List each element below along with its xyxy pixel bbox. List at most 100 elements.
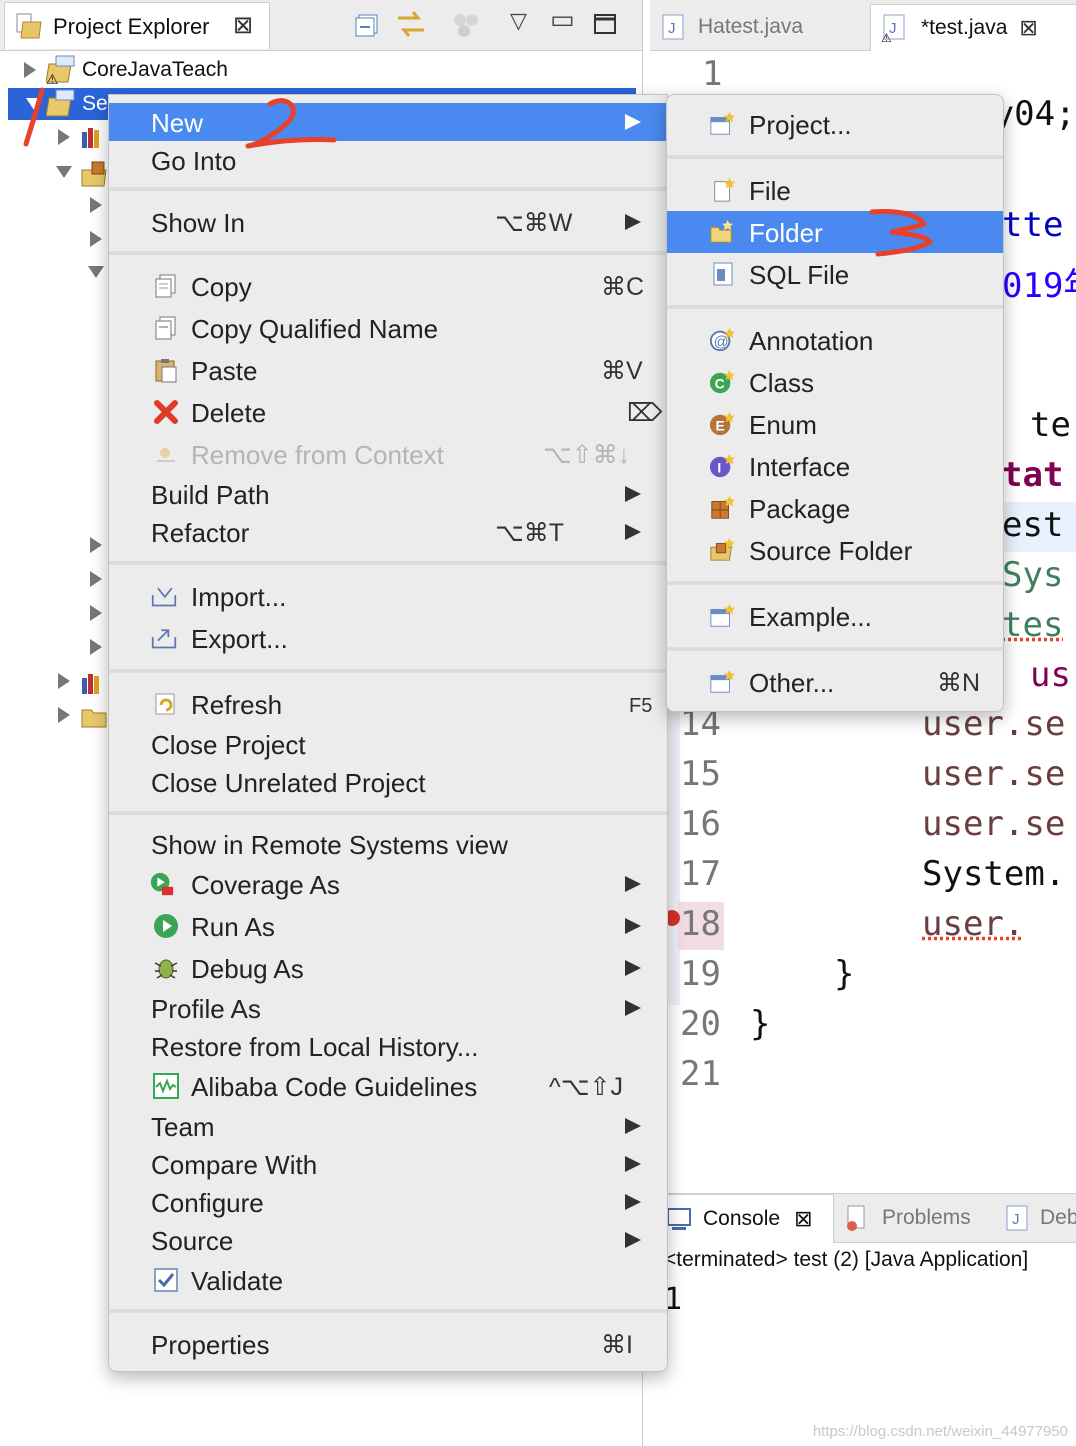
expand-arrow-icon[interactable] — [90, 537, 102, 553]
tree-item-corejavateach[interactable]: ⚠ CoreJavaTeach — [22, 54, 622, 86]
watermark: https://blog.csdn.net/weixin_44977950 — [813, 1423, 1068, 1440]
submenu-arrow-icon — [625, 1000, 641, 1016]
minimize-icon[interactable]: ▭ — [550, 4, 575, 35]
menu-separator — [109, 811, 667, 815]
menu-item-paste[interactable]: Paste ⌘V — [109, 351, 667, 389]
close-tab-icon[interactable]: ⊠ — [1019, 15, 1037, 41]
menu-item-alibaba-code-guidelines[interactable]: Alibaba Code Guidelines ^⌥⇧J — [109, 1067, 667, 1105]
submenu-item-folder[interactable]: Folder — [667, 211, 1003, 253]
line-number: 16 — [680, 804, 721, 844]
collapse-all-icon[interactable] — [354, 12, 380, 38]
menu-item-validate[interactable]: Validate — [109, 1261, 667, 1299]
menu-item-show-in-remote-systems-view[interactable]: Show in Remote Systems view — [109, 825, 667, 863]
menu-item-profile-as[interactable]: Profile As — [109, 989, 667, 1027]
menu-item-show-in[interactable]: Show In ⌥⌘W — [109, 203, 667, 241]
menu-item-compare-with[interactable]: Compare With — [109, 1145, 667, 1183]
project-explorer-header: Project Explorer ⊠ ▽ ▭ — [0, 0, 642, 51]
submenu-item-interface[interactable]: I Interface — [667, 447, 1003, 485]
expand-arrow-icon[interactable] — [90, 639, 102, 655]
code-fragment: te — [1030, 405, 1071, 445]
submenu-arrow-icon — [625, 1232, 641, 1248]
menu-item-copy[interactable]: Copy ⌘C — [109, 267, 667, 305]
collapse-arrow-icon[interactable] — [56, 166, 72, 178]
submenu-item-example[interactable]: Example... — [667, 597, 1003, 635]
annotation-mark-2 — [240, 94, 340, 154]
expand-arrow-icon[interactable] — [90, 605, 102, 621]
menu-item-configure[interactable]: Configure — [109, 1183, 667, 1221]
tab-console[interactable]: Console ⊠ — [662, 1194, 834, 1243]
menu-item-close-project[interactable]: Close Project — [109, 725, 667, 763]
library-icon — [80, 670, 108, 696]
view-menu-icon[interactable]: ▽ — [510, 8, 527, 34]
submenu-item-class[interactable]: C Class — [667, 363, 1003, 401]
submenu-item-package[interactable]: Package — [667, 489, 1003, 527]
project-explorer-tab[interactable]: Project Explorer ⊠ — [4, 2, 270, 49]
menu-item-team[interactable]: Team — [109, 1107, 667, 1145]
collapse-arrow-icon[interactable] — [88, 266, 104, 278]
submenu-arrow-icon — [625, 486, 641, 502]
submenu-item-sql-file[interactable]: SQL File — [667, 255, 1003, 293]
menu-item-import[interactable]: Import... — [109, 577, 667, 615]
menu-item-delete[interactable]: Delete ⌦ — [109, 393, 667, 431]
expand-arrow-icon[interactable] — [24, 62, 36, 78]
editor-ruler — [666, 700, 680, 1005]
menu-item-source[interactable]: Source — [109, 1221, 667, 1259]
menu-item-export[interactable]: Export... — [109, 619, 667, 657]
new-other-icon — [709, 669, 735, 695]
submenu-item-file[interactable]: File — [667, 171, 1003, 209]
svg-text:J: J — [1012, 1211, 1020, 1228]
problems-icon — [844, 1204, 872, 1232]
expand-arrow-icon[interactable] — [58, 707, 70, 723]
new-submenu: Project... File Folder SQL File @ Annota… — [666, 94, 1004, 712]
menu-item-new[interactable]: New — [109, 103, 667, 141]
tab-debug[interactable]: J Deb — [1006, 1194, 1076, 1242]
menu-item-coverage-as[interactable]: Coverage As — [109, 865, 667, 903]
code-fragment: tte — [1002, 205, 1063, 245]
submenu-item-other[interactable]: Other... ⌘N — [667, 663, 1003, 701]
tab-hatest-java[interactable]: J Hatest.java — [662, 4, 870, 50]
menu-separator — [109, 669, 667, 673]
menu-item-debug-as[interactable]: Debug As — [109, 949, 667, 987]
expand-arrow-icon[interactable] — [58, 673, 70, 689]
menu-item-refactor[interactable]: Refactor ⌥⌘T — [109, 513, 667, 551]
svg-text:I: I — [717, 460, 721, 476]
close-tab-icon[interactable]: ⊠ — [233, 11, 253, 40]
annotation-mark-1 — [18, 86, 48, 148]
menu-item-restore-from-local-history[interactable]: Restore from Local History... — [109, 1027, 667, 1065]
menu-separator — [109, 1309, 667, 1313]
menu-item-build-path[interactable]: Build Path — [109, 475, 667, 513]
link-with-editor-icon[interactable] — [394, 8, 428, 40]
submenu-item-project[interactable]: Project... — [667, 105, 1003, 143]
menu-item-go-into[interactable]: Go Into — [109, 141, 667, 179]
annotation-mark-3 — [866, 206, 936, 260]
menu-item-properties[interactable]: Properties ⌘I — [109, 1325, 667, 1363]
menu-item-copy-qualified-name[interactable]: Copy Qualified Name — [109, 309, 667, 347]
context-menu: New Go Into Show In ⌥⌘W Copy ⌘C Copy Qua… — [108, 94, 668, 1372]
tab-problems[interactable]: Problems — [844, 1194, 971, 1242]
menu-item-remove-from-context[interactable]: Remove from Context ⌥⇧⌘↓ — [109, 435, 667, 473]
expand-arrow-icon[interactable] — [58, 129, 70, 145]
line-number: 17 — [680, 854, 721, 894]
package-icon — [709, 495, 735, 521]
annotation-icon: @ — [709, 327, 735, 353]
expand-arrow-icon[interactable] — [90, 197, 102, 213]
submenu-arrow-icon — [625, 876, 641, 892]
submenu-item-annotation[interactable]: @ Annotation — [667, 321, 1003, 359]
expand-arrow-icon[interactable] — [90, 231, 102, 247]
submenu-item-enum[interactable]: E Enum — [667, 405, 1003, 443]
remove-from-context-icon — [153, 441, 179, 467]
debug-file-icon: J — [1006, 1205, 1028, 1231]
tab-test-java[interactable]: J ⚠ *test.java ⊠ — [870, 4, 1076, 51]
menu-item-close-unrelated-project[interactable]: Close Unrelated Project — [109, 763, 667, 801]
expand-arrow-icon[interactable] — [90, 571, 102, 587]
run-icon — [153, 913, 179, 939]
menu-item-refresh[interactable]: Refresh F5 — [109, 685, 667, 723]
maximize-icon[interactable] — [594, 14, 616, 34]
alibaba-guidelines-icon — [153, 1073, 179, 1099]
code-user-set: user.se — [922, 804, 1065, 844]
menu-item-run-as[interactable]: Run As — [109, 907, 667, 945]
close-tab-icon[interactable]: ⊠ — [794, 1206, 812, 1232]
line-number: 19 — [680, 954, 721, 994]
focus-task-icon[interactable] — [452, 12, 480, 38]
submenu-item-source-folder[interactable]: Source Folder — [667, 531, 1003, 569]
